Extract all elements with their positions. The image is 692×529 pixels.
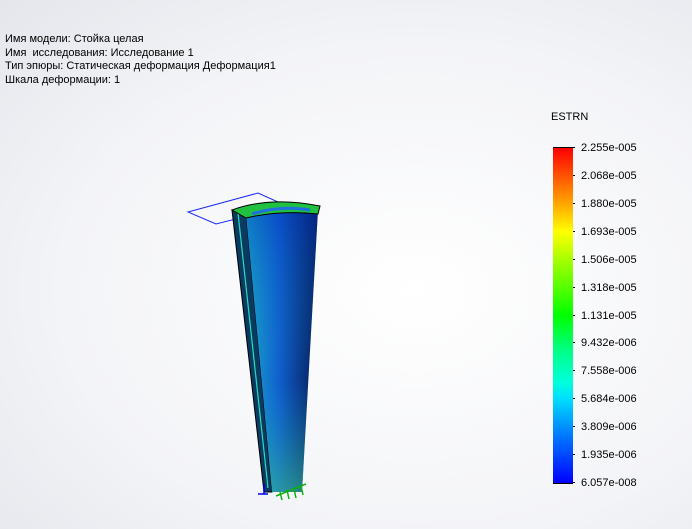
legend-tick bbox=[573, 370, 575, 372]
legend-tick bbox=[573, 398, 575, 400]
color-scale-bar bbox=[553, 147, 573, 484]
legend-tick bbox=[573, 258, 575, 260]
legend-tick bbox=[573, 202, 575, 204]
legend-tick bbox=[573, 314, 575, 316]
legend-label: 1.935e-006 bbox=[581, 449, 637, 462]
legend-tick bbox=[573, 426, 575, 428]
legend-tick bbox=[573, 230, 575, 232]
legend-tick bbox=[573, 174, 575, 176]
legend-label: 1.506e-005 bbox=[581, 253, 637, 266]
legend-tick bbox=[573, 286, 575, 288]
legend-label: 6.057e-008 bbox=[581, 477, 637, 489]
legend-label: 1.693e-005 bbox=[581, 225, 637, 238]
graphics-viewport[interactable]: Имя модели: Стойка целая Имя исследовани… bbox=[0, 0, 692, 529]
legend-label: 1.131e-005 bbox=[581, 309, 637, 322]
legend-label: 3.809e-006 bbox=[581, 421, 637, 434]
legend-title: ESTRN bbox=[551, 111, 589, 123]
legend-label: 1.318e-005 bbox=[581, 281, 637, 294]
legend-label: 2.068e-005 bbox=[581, 169, 637, 182]
legend-tick bbox=[573, 147, 575, 148]
legend-tick bbox=[573, 342, 575, 344]
legend-tick bbox=[573, 454, 575, 456]
legend-label: 2.255e-005 bbox=[581, 142, 637, 154]
legend-label: 9.432e-006 bbox=[581, 337, 637, 350]
legend-tick bbox=[573, 482, 575, 483]
legend-label: 1.880e-005 bbox=[581, 197, 637, 210]
legend-label: 5.684e-006 bbox=[581, 393, 637, 406]
legend-label: 7.558e-006 bbox=[581, 365, 637, 378]
